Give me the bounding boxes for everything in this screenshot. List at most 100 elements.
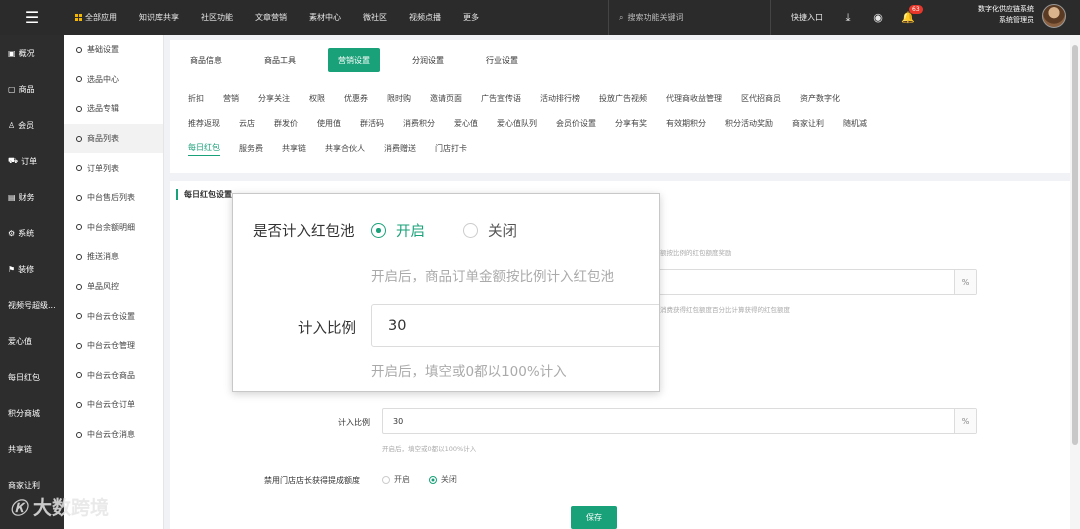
- top-nav-article[interactable]: 文章营销: [244, 12, 298, 23]
- popup-ratio-input[interactable]: 30: [371, 304, 659, 347]
- scrollbar-thumb[interactable]: [1072, 45, 1078, 445]
- subtab[interactable]: 消费赠送: [384, 143, 416, 154]
- subtab[interactable]: 分享关注: [258, 93, 290, 104]
- subtab[interactable]: 门店打卡: [435, 143, 467, 154]
- tab-profit-settings[interactable]: 分润设置: [402, 48, 454, 72]
- subtab[interactable]: 共享合伙人: [325, 143, 365, 154]
- sub-nav-item[interactable]: 选品专辑: [64, 94, 163, 124]
- left-nav-finance[interactable]: ▤ 财务: [0, 179, 64, 215]
- quick-entry-link[interactable]: 快捷入口: [771, 12, 833, 23]
- subtab[interactable]: 权限: [309, 93, 325, 104]
- top-nav-material[interactable]: 素材中心: [298, 12, 352, 23]
- subtab[interactable]: 代理商收益管理: [666, 93, 722, 104]
- tab-goods-tools[interactable]: 商品工具: [254, 48, 306, 72]
- radio-icon: [382, 475, 390, 484]
- user-role: 系统管理员: [999, 16, 1034, 24]
- left-nav-goods[interactable]: ▢ 商品: [0, 71, 64, 107]
- top-nav-knowledge[interactable]: 知识库共享: [128, 12, 190, 23]
- subtab[interactable]: 群发价: [274, 118, 298, 129]
- save-button[interactable]: 保存: [571, 506, 617, 529]
- subtab-daily-redpacket-active[interactable]: 每日红包: [188, 142, 220, 156]
- subtab[interactable]: 使用值: [317, 118, 341, 129]
- top-nav-micro-community[interactable]: 微社区: [352, 12, 398, 23]
- circle-icon: [76, 401, 82, 408]
- subtab[interactable]: 爱心值: [454, 118, 478, 129]
- sub-nav-item[interactable]: 中台云仓订单: [64, 390, 163, 420]
- subtab[interactable]: 活动排行榜: [540, 93, 580, 104]
- left-nav-decorate[interactable]: ⚑ 装修: [0, 251, 64, 287]
- subtab[interactable]: 服务费: [239, 143, 263, 154]
- tab-marketing-settings[interactable]: 营销设置: [328, 48, 380, 72]
- percent-suffix: %: [954, 409, 976, 433]
- top-nav-video[interactable]: 视频点播: [398, 12, 452, 23]
- store-radio-off[interactable]: 关闭: [428, 474, 457, 485]
- subtab[interactable]: 共享链: [282, 143, 306, 154]
- left-nav-points-mall[interactable]: 积分商城: [0, 395, 64, 431]
- top-nav-all-apps[interactable]: 全部应用: [64, 12, 128, 23]
- sub-nav-item[interactable]: 中台售后列表: [64, 183, 163, 213]
- subtab[interactable]: 营销: [223, 93, 239, 104]
- left-nav-video-account[interactable]: 视频号超级...: [0, 287, 64, 323]
- sub-nav-item[interactable]: 选品中心: [64, 65, 163, 95]
- subtab[interactable]: 云店: [239, 118, 255, 129]
- subtab[interactable]: 资产数字化: [800, 93, 840, 104]
- left-nav-orders[interactable]: ⛟ 订单: [0, 143, 64, 179]
- left-nav-members[interactable]: ♙ 会员: [0, 107, 64, 143]
- left-nav-love-value[interactable]: 爱心值: [0, 323, 64, 359]
- download-icon[interactable]: ⤓: [833, 11, 863, 25]
- left-nav-overview[interactable]: ▣ 概况: [0, 35, 64, 71]
- avatar[interactable]: [1042, 4, 1066, 28]
- subtab[interactable]: 折扣: [188, 93, 204, 104]
- popup-ratio-hint: 开启后，填空或0都以100%计入: [371, 364, 567, 380]
- subtab[interactable]: 邀请页面: [430, 93, 462, 104]
- subtab[interactable]: 消费积分: [403, 118, 435, 129]
- subtab[interactable]: 分享有奖: [615, 118, 647, 129]
- subtab[interactable]: 推荐返现: [188, 118, 220, 129]
- left-nav-share-chain[interactable]: 共享链: [0, 431, 64, 467]
- sub-nav-item[interactable]: 推送消息: [64, 242, 163, 272]
- sub-nav: 基础设置 选品中心 选品专辑 商品列表 订单列表 中台售后列表 中台余额明细 推…: [64, 35, 164, 529]
- subtab[interactable]: 爱心值队列: [497, 118, 537, 129]
- user-menu[interactable]: 数字化供应链系统 系统管理员: [978, 4, 1066, 28]
- circle-icon: [76, 46, 82, 53]
- search-input[interactable]: ⌕ 搜索功能关键词: [608, 0, 768, 35]
- subtab[interactable]: 投放广告视频: [599, 93, 647, 104]
- sub-nav-item[interactable]: 基础设置: [64, 35, 163, 65]
- subtab[interactable]: 会员价设置: [556, 118, 596, 129]
- subtab[interactable]: 区代招商员: [741, 93, 781, 104]
- scrollbar[interactable]: [1070, 35, 1080, 529]
- apps-grid-icon: [75, 14, 82, 21]
- tab-industry-settings[interactable]: 行业设置: [476, 48, 528, 72]
- subtab[interactable]: 限时购: [387, 93, 411, 104]
- ratio-input[interactable]: 30 %: [382, 408, 977, 434]
- bell-icon[interactable]: 🔔 63: [893, 5, 923, 24]
- subtab[interactable]: 积分活动奖励: [725, 118, 773, 129]
- sub-nav-item[interactable]: 中台云仓管理: [64, 331, 163, 361]
- sub-nav-item[interactable]: 订单列表: [64, 153, 163, 183]
- top-nav-more[interactable]: 更多: [452, 12, 490, 23]
- store-radio-on[interactable]: 开启: [382, 474, 410, 485]
- pool-radio-on[interactable]: 开启: [371, 220, 425, 241]
- pool-radio-off[interactable]: 关闭: [463, 220, 517, 241]
- subtab[interactable]: 广告宣传语: [481, 93, 521, 104]
- left-nav-system[interactable]: ⚙ 系统: [0, 215, 64, 251]
- subtab[interactable]: 群活码: [360, 118, 384, 129]
- top-nav-community[interactable]: 社区功能: [190, 12, 244, 23]
- subtab[interactable]: 优惠券: [344, 93, 368, 104]
- radio-icon: [463, 223, 478, 238]
- sub-nav-item[interactable]: 单品风控: [64, 272, 163, 302]
- subtab[interactable]: 随机减: [843, 118, 867, 129]
- search-icon: ⌕: [619, 12, 624, 22]
- sub-nav-item[interactable]: 中台云仓商品: [64, 361, 163, 391]
- menu-toggle-icon[interactable]: ☰: [0, 0, 64, 35]
- sub-nav-item-active[interactable]: 商品列表: [64, 123, 163, 154]
- sub-nav-item[interactable]: 中台云仓设置: [64, 301, 163, 331]
- subtab[interactable]: 商家让利: [792, 118, 824, 129]
- robot-icon[interactable]: ◉: [863, 11, 893, 24]
- sub-nav-item[interactable]: 中台余额明细: [64, 213, 163, 243]
- sub-nav-item[interactable]: 中台云仓消息: [64, 420, 163, 450]
- notification-badge: 63: [909, 5, 923, 14]
- left-nav-daily-redpacket[interactable]: 每日红包: [0, 359, 64, 395]
- subtab[interactable]: 有效期积分: [666, 118, 706, 129]
- tab-goods-info[interactable]: 商品信息: [180, 48, 232, 72]
